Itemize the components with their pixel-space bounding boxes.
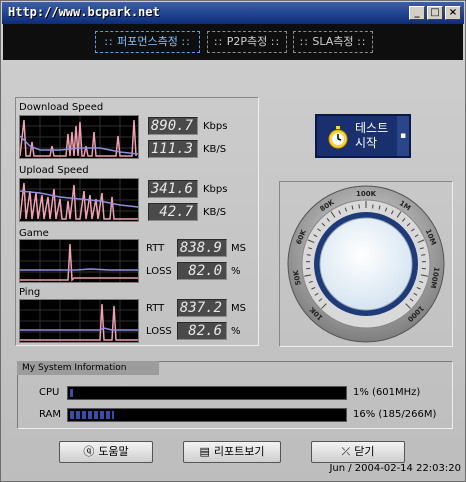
ping-rtt-unit: MS: [231, 303, 246, 314]
download-kbs-unit: KB/S: [203, 144, 227, 155]
report-button-label: 리포트보기: [213, 445, 265, 458]
window-title: Http://www.bcpark.net: [8, 5, 160, 19]
maximize-icon: □: [430, 7, 440, 18]
game-loss-value: 82.0: [177, 262, 227, 280]
game-label: Game: [19, 228, 49, 239]
gauge-tick: [306, 254, 311, 256]
game-rtt-label: RTT: [146, 243, 165, 254]
upload-label: Upload Speed: [19, 165, 89, 176]
tab-sla[interactable]: :: SLA측정 ::: [293, 31, 373, 53]
cpu-usage-bar: [67, 386, 347, 400]
game-rtt-unit: MS: [231, 243, 246, 254]
tab-p2p-label: P2P측정: [226, 35, 268, 48]
minimize-icon: _: [414, 7, 420, 18]
help-bubble-icon: ⓠ: [83, 445, 95, 458]
tab-sla-label: SLA측정: [312, 35, 354, 48]
ping-loss-label: LOSS: [146, 326, 172, 337]
gauge-scale-label: 100K: [356, 190, 377, 198]
cpu-value: 1% (601MHz): [353, 387, 421, 398]
tab-performance-label: 퍼포먼스측정: [117, 35, 178, 48]
system-info-header: My System Information: [17, 361, 159, 375]
help-button[interactable]: ⓠ 도움말: [59, 441, 153, 463]
tab-bar: :: 퍼포먼스측정 :: :: P2P측정 :: :: SLA측정 ::: [3, 24, 463, 60]
titlebar[interactable]: Http://www.bcpark.net _ □ ×: [2, 2, 464, 24]
close-icon: ×: [448, 7, 458, 18]
game-rtt-value: 838.9: [177, 239, 227, 257]
close-dialog-label: 닫기: [354, 445, 375, 458]
speed-gauge-panel: 10K 50K 60K 80K 100K 1M 10M 100M 1000: [279, 181, 453, 347]
download-graph: [19, 115, 139, 159]
status-timestamp: Jun / 2004-02-14 22:03:20: [329, 463, 461, 474]
game-loss-unit: %: [231, 266, 241, 277]
ram-usage-fill: [70, 411, 114, 419]
speed-gauge: 10K50K60K80K100K1M10M100M1000: [287, 185, 445, 343]
tab-p2p[interactable]: :: P2P측정 ::: [207, 31, 287, 53]
minimize-button[interactable]: _: [409, 6, 425, 20]
maximize-button[interactable]: □: [427, 6, 443, 20]
ram-usage-bar: [67, 408, 347, 422]
report-button[interactable]: ▤ 리포트보기: [183, 441, 281, 463]
upload-kbs-unit: KB/S: [203, 207, 227, 218]
ping-loss-unit: %: [231, 326, 241, 337]
upload-kbps-value: 341.6: [148, 180, 198, 198]
report-icon: ▤: [199, 445, 210, 458]
tab-performance[interactable]: :: 퍼포먼스측정 ::: [95, 31, 200, 53]
download-kbps-value: 890.7: [148, 117, 198, 135]
cpu-usage-fill: [70, 389, 73, 397]
start-test-button[interactable]: 테스트 시작 ▪: [315, 114, 411, 158]
ping-loss-value: 82.6: [177, 322, 227, 340]
ram-label: RAM: [39, 409, 62, 420]
game-loss-label: LOSS: [146, 266, 172, 277]
stopwatch-icon: [328, 126, 348, 149]
gauge-tick: [421, 254, 426, 256]
close-dialog-button[interactable]: ⤫ 닫기: [311, 441, 405, 463]
close-x-icon: ⤫: [341, 445, 351, 458]
ping-label: Ping: [19, 287, 41, 298]
start-test-line2: 시작: [355, 136, 378, 150]
help-button-label: 도움말: [98, 445, 129, 458]
cpu-label: CPU: [39, 387, 60, 398]
ping-graph: [19, 299, 139, 343]
download-kbps-unit: Kbps: [203, 121, 228, 132]
download-label: Download Speed: [19, 102, 104, 113]
start-test-dropdown[interactable]: ▪: [397, 116, 409, 156]
start-test-line1: 테스트: [355, 121, 389, 135]
upload-kbps-unit: Kbps: [203, 184, 228, 195]
ram-value: 16% (185/266M): [353, 409, 437, 420]
app-window: Http://www.bcpark.net _ □ × :: 퍼포먼스측정 ::…: [0, 0, 466, 482]
close-button[interactable]: ×: [445, 6, 461, 20]
upload-kbs-value: 42.7: [148, 203, 198, 221]
game-graph: [19, 239, 139, 283]
download-kbs-value: 111.3: [148, 140, 198, 158]
ping-rtt-label: RTT: [146, 303, 165, 314]
ping-rtt-value: 837.2: [177, 299, 227, 317]
upload-graph: [19, 178, 139, 222]
